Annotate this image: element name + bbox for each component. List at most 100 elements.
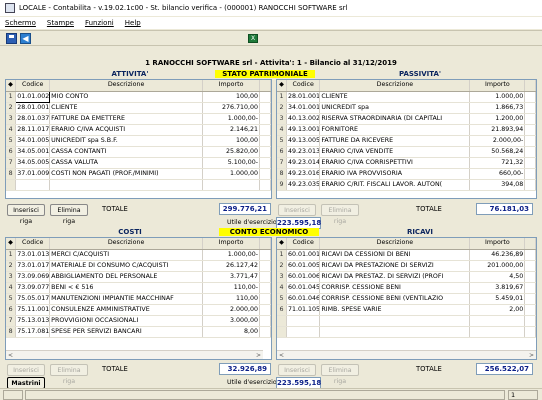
costi-grid[interactable]: ◆ Codice Descrizione Importo 1 73.01.013 M… bbox=[5, 237, 272, 360]
descrizione-cell[interactable]: CASSA VALUTA bbox=[49, 157, 204, 169]
importo-cell[interactable]: 110,00 bbox=[202, 293, 261, 305]
descrizione-cell[interactable]: ERARIO C/IVA CORRISPETTIVI bbox=[319, 157, 471, 169]
importo-cell[interactable]: 721,32 bbox=[469, 157, 526, 169]
importo-cell[interactable]: 21.893,94 bbox=[469, 124, 526, 136]
row-number[interactable]: 2 bbox=[277, 102, 287, 114]
table-row[interactable]: 2 34.01.001 UNICREDIT spa 1.866,73 bbox=[277, 102, 536, 114]
descrizione-cell[interactable]: MERCI C/ACQUISTI bbox=[49, 249, 204, 261]
scroll-left-icon[interactable]: < bbox=[277, 351, 286, 359]
menu-stampe[interactable]: Stampe bbox=[47, 19, 74, 27]
descrizione-cell[interactable]: ERARIO C/IVA VENDITE bbox=[319, 146, 471, 158]
table-row[interactable]: 7 75.13.013 PROVVIGIONI OCCASIONALI 3.000,0… bbox=[6, 315, 271, 327]
scroll-right-icon[interactable]: > bbox=[254, 351, 263, 359]
importo-cell[interactable]: 3.819,67 bbox=[469, 282, 526, 294]
importo-cell[interactable]: 1.000,00 bbox=[202, 168, 261, 180]
col-descrizione[interactable]: Descrizione bbox=[319, 238, 471, 250]
codice-cell[interactable]: 73.09.069 bbox=[15, 271, 51, 283]
codice-cell[interactable]: 60.01.001 bbox=[286, 249, 321, 261]
col-codice[interactable]: Codice bbox=[286, 238, 321, 250]
row-number[interactable]: 3 bbox=[6, 271, 17, 283]
importo-cell[interactable]: 2.000,00 bbox=[202, 304, 261, 316]
col-codice[interactable]: Codice bbox=[15, 238, 51, 250]
codice-cell[interactable]: 71.01.105 bbox=[286, 304, 321, 316]
table-row[interactable]: 1 01.01.002 MIO CONTO 100,00 bbox=[6, 90, 271, 103]
table-row[interactable]: 1 73.01.013 MERCI C/ACQUISTI 1.000,00- bbox=[6, 249, 271, 261]
table-row[interactable]: 9 49.23.035 ERARIO C/RIT. FISCALI LAVOR. A… bbox=[277, 179, 536, 191]
table-row[interactable]: 3 60.01.006 RICAVI DA PRESTAZ. DI SERVIZI … bbox=[277, 271, 536, 283]
descrizione-cell[interactable]: RICAVI DA PRESTAZIONE DI SERVIZI bbox=[319, 260, 471, 272]
inserisci-riga-button-costi[interactable]: Inserisci riga bbox=[7, 364, 45, 385]
importo-cell[interactable]: 201.000,00 bbox=[469, 260, 526, 272]
descrizione-cell[interactable]: FORNITORE bbox=[319, 124, 471, 136]
importo-cell[interactable]: 100,00 bbox=[202, 135, 261, 147]
importo-cell[interactable]: 8,00 bbox=[202, 326, 261, 338]
table-row[interactable]: 4 60.01.045 CORRISP. CESSIONE BENI 3.819,67 bbox=[277, 282, 536, 294]
codice-cell[interactable]: 49.23.013 bbox=[286, 146, 321, 158]
table-row[interactable]: 2 28.01.001 CLIENTE 276.710,00 bbox=[6, 102, 271, 114]
descrizione-cell[interactable]: MIO CONTO bbox=[49, 91, 204, 103]
table-row[interactable]: 4 73.09.077 BENI < € 516 110,00- bbox=[6, 282, 271, 294]
row-number[interactable]: 5 bbox=[6, 293, 17, 305]
table-row[interactable]: 8 75.17.081 SPESE PER SERVIZI BANCARI 8,00 bbox=[6, 326, 271, 338]
descrizione-cell[interactable]: RIMB. SPESE VARIE bbox=[319, 304, 471, 316]
save-icon[interactable] bbox=[6, 33, 17, 44]
table-row[interactable]: 6 75.11.001 CONSULENZE AMMINISTRATIVE 2.000… bbox=[6, 304, 271, 316]
importo-cell[interactable]: 1.000,00 bbox=[469, 91, 526, 103]
row-number[interactable]: 1 bbox=[6, 91, 17, 103]
table-row[interactable]: 1 60.01.001 RICAVI DA CESSIONI DI BENI 46.2… bbox=[277, 249, 536, 261]
importo-cell[interactable]: 26.127,42 bbox=[202, 260, 261, 272]
inserisci-riga-button-passivita[interactable]: Inserisci riga bbox=[278, 204, 316, 225]
codice-cell[interactable]: 73.01.013 bbox=[15, 249, 51, 261]
descrizione-cell[interactable]: RISERVA STRAORDINARIA (DI CAPITALI bbox=[319, 113, 471, 125]
row-number[interactable]: 9 bbox=[277, 179, 287, 191]
codice-cell[interactable] bbox=[15, 179, 51, 191]
row-number[interactable]: 7 bbox=[277, 157, 287, 169]
descrizione-cell[interactable]: UNICREDIT spa S.B.F. bbox=[49, 135, 204, 147]
row-number[interactable] bbox=[277, 315, 287, 327]
table-row[interactable]: 8 37.01.009 COSTI NON PAGATI (PROF./MINIMI… bbox=[6, 168, 271, 180]
codice-cell[interactable]: 49.23.035 bbox=[286, 179, 321, 191]
table-row[interactable]: 6 34.05.001 CASSA CONTANTI 25.820,00 bbox=[6, 146, 271, 158]
row-number[interactable]: 5 bbox=[277, 135, 287, 147]
row-number[interactable]: 6 bbox=[277, 146, 287, 158]
descrizione-cell[interactable]: CLIENTE bbox=[49, 102, 204, 114]
table-row[interactable] bbox=[277, 315, 536, 327]
codice-cell[interactable]: 34.01.001 bbox=[286, 102, 321, 114]
row-number[interactable]: 5 bbox=[6, 135, 17, 147]
row-number[interactable]: 5 bbox=[277, 293, 287, 305]
descrizione-cell[interactable]: PROVVIGIONI OCCASIONALI bbox=[49, 315, 204, 327]
table-row[interactable]: 5 34.01.005 UNICREDIT spa S.B.F. 100,00 bbox=[6, 135, 271, 147]
importo-cell[interactable]: 46.236,89 bbox=[469, 249, 526, 261]
importo-cell[interactable]: 5.459,01 bbox=[469, 293, 526, 305]
importo-cell[interactable]: 110,00- bbox=[202, 282, 261, 294]
scroll-right-icon[interactable]: > bbox=[527, 351, 536, 359]
row-number[interactable]: 3 bbox=[277, 113, 287, 125]
descrizione-cell[interactable] bbox=[49, 179, 204, 191]
importo-cell[interactable]: 1.200,00 bbox=[469, 113, 526, 125]
row-number[interactable]: 6 bbox=[6, 304, 17, 316]
passivita-grid[interactable]: ◆ Codice Descrizione Importo 1 28.01.001 C… bbox=[276, 79, 537, 199]
importo-cell[interactable]: 2.000,00- bbox=[469, 135, 526, 147]
descrizione-cell[interactable]: RICAVI DA PRESTAZ. DI SERVIZI (PROFI bbox=[319, 271, 471, 283]
inserisci-riga-button-attivita[interactable]: Inserisci riga bbox=[7, 204, 45, 225]
row-number[interactable]: 7 bbox=[6, 315, 17, 327]
col-codice[interactable]: Codice bbox=[286, 80, 321, 92]
table-row[interactable]: 3 40.13.002 RISERVA STRAORDINARIA (DI CAPI… bbox=[277, 113, 536, 125]
descrizione-cell[interactable]: ERARIO C/IVA ACQUISTI bbox=[49, 124, 204, 136]
codice-cell[interactable]: 75.11.001 bbox=[15, 304, 51, 316]
codice-cell[interactable]: 34.05.005 bbox=[15, 157, 51, 169]
table-row[interactable]: 5 60.01.046 CORRISP. CESSIONE BENI (VENTIL… bbox=[277, 293, 536, 305]
inserisci-riga-button-ricavi[interactable]: Inserisci riga bbox=[278, 364, 316, 385]
importo-cell[interactable]: 276.710,00 bbox=[202, 102, 261, 114]
codice-cell[interactable]: 28.11.017 bbox=[15, 124, 51, 136]
menu-schermo[interactable]: Schermo bbox=[5, 19, 36, 27]
elimina-riga-button-attivita[interactable]: Elimina riga bbox=[50, 204, 88, 225]
col-importo[interactable]: Importo bbox=[202, 238, 261, 250]
row-number[interactable]: 3 bbox=[277, 271, 287, 283]
row-number[interactable]: 2 bbox=[277, 260, 287, 272]
descrizione-cell[interactable]: SPESE PER SERVIZI BANCARI bbox=[49, 326, 204, 338]
row-number[interactable]: 4 bbox=[6, 124, 17, 136]
importo-cell[interactable]: 1.866,73 bbox=[469, 102, 526, 114]
col-descrizione[interactable]: Descrizione bbox=[49, 80, 204, 92]
descrizione-cell[interactable]: CORRISP. CESSIONE BENI (VENTILAZIO bbox=[319, 293, 471, 305]
